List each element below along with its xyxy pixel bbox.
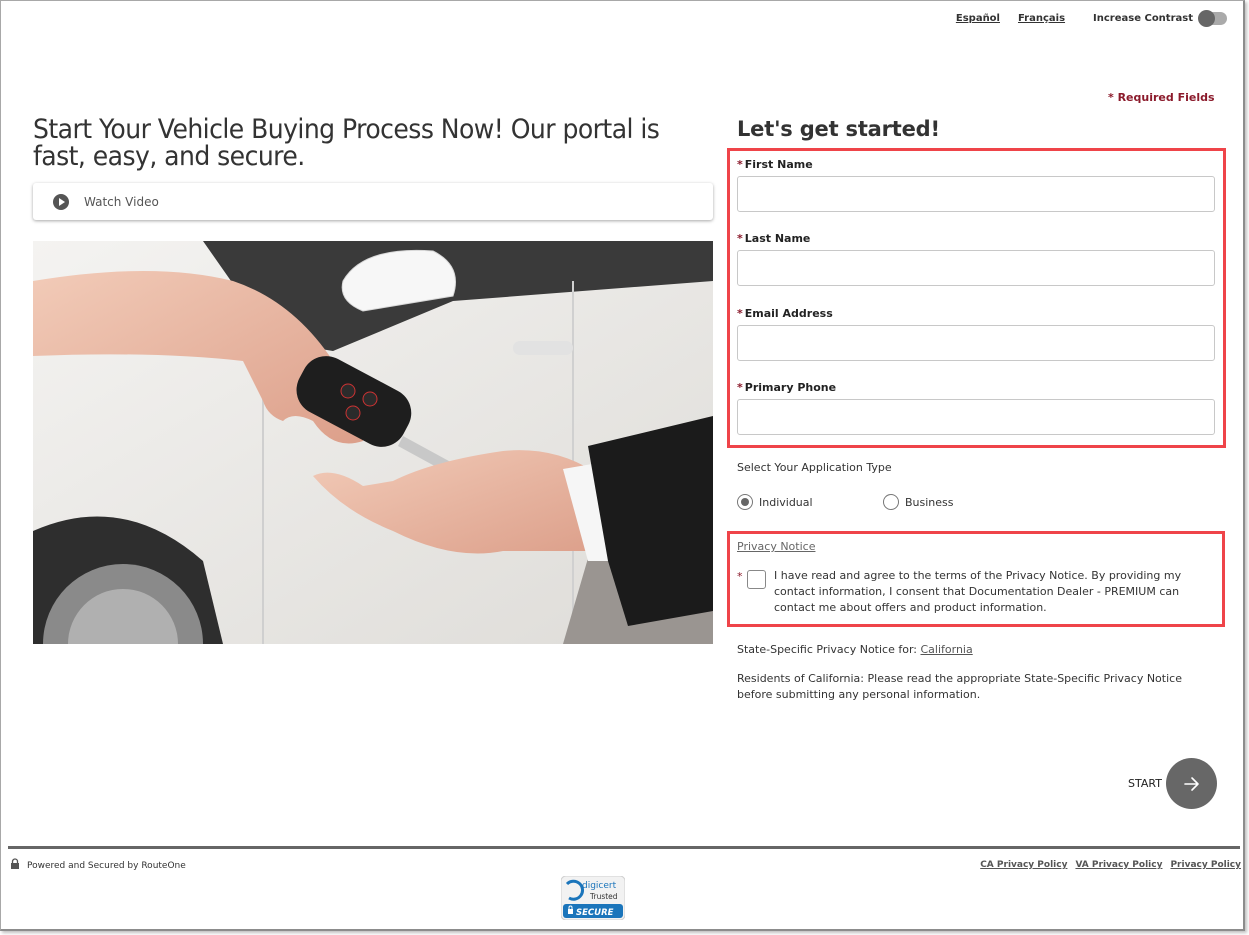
radio-unchecked-icon (883, 494, 899, 510)
radio-individual[interactable]: Individual (737, 494, 813, 510)
consent-required-marker: * (737, 570, 743, 583)
play-icon (53, 193, 69, 210)
powered-by-text: Powered and Secured by RouteOne (27, 861, 186, 871)
state-privacy-notice: State-Specific Privacy Notice for: Calif… (737, 643, 973, 656)
badge-line1: digicert (582, 881, 617, 891)
privacy-consent-checkbox[interactable] (747, 570, 766, 589)
start-label: START (1128, 777, 1162, 790)
email-label: * Email Address (737, 307, 833, 320)
first-name-label-text: First Name (744, 158, 813, 171)
privacy-notice-link[interactable]: Privacy Notice (737, 540, 815, 553)
watch-video-button[interactable]: Watch Video (33, 183, 713, 220)
primary-phone-label: * Primary Phone (737, 381, 836, 394)
page-headline: Start Your Vehicle Buying Process Now! O… (33, 114, 660, 172)
last-name-label-text: Last Name (744, 232, 811, 245)
privacy-consent-text: I have read and agree to the terms of th… (774, 569, 1182, 614)
ca-privacy-policy-link[interactable]: CA Privacy Policy (980, 860, 1067, 870)
language-link-french[interactable]: Français (1018, 13, 1065, 24)
top-bar: Español Français Increase Contrast (956, 10, 1227, 27)
radio-individual-label: Individual (759, 495, 813, 509)
radio-checked-icon (737, 494, 753, 510)
last-name-input[interactable] (737, 250, 1215, 286)
increase-contrast-label: Increase Contrast (1093, 13, 1193, 24)
primary-phone-input[interactable] (737, 399, 1215, 435)
badge-line2: Trusted (589, 892, 618, 901)
language-link-spanish[interactable]: Español (956, 13, 1000, 24)
increase-contrast-toggle[interactable] (1198, 10, 1227, 27)
start-button[interactable] (1166, 758, 1217, 809)
footer-links: CA Privacy Policy VA Privacy Policy Priv… (980, 860, 1241, 870)
privacy-policy-link[interactable]: Privacy Policy (1170, 860, 1241, 870)
required-fields-note: * Required Fields (1108, 91, 1215, 104)
last-name-label: * Last Name (737, 232, 810, 245)
email-label-text: Email Address (744, 307, 833, 320)
radio-business[interactable]: Business (883, 494, 954, 510)
digicert-secure-badge[interactable]: digicert Trusted SECURE (561, 876, 625, 920)
california-privacy-link[interactable]: California (921, 643, 973, 656)
required-marker: * (737, 232, 743, 245)
radio-business-label: Business (905, 495, 954, 509)
state-notice-prefix: State-Specific Privacy Notice for: (737, 643, 921, 656)
watch-video-label: Watch Video (84, 194, 159, 209)
required-marker: * (737, 307, 743, 320)
residents-notice: Residents of California: Please read the… (737, 672, 1182, 701)
primary-phone-label-text: Primary Phone (744, 381, 837, 394)
form-title: Let's get started! (737, 117, 940, 141)
car-key-handoff-illustration (33, 241, 713, 644)
badge-line3: SECURE (576, 908, 614, 918)
va-privacy-policy-link[interactable]: VA Privacy Policy (1075, 860, 1162, 870)
hero-image (33, 241, 713, 644)
first-name-input[interactable] (737, 176, 1215, 212)
required-marker: * (737, 158, 743, 171)
toggle-knob (1198, 10, 1215, 27)
email-input[interactable] (737, 325, 1215, 361)
footer-divider (8, 846, 1240, 849)
arrow-right-icon (1183, 776, 1199, 791)
required-marker: * (737, 381, 743, 394)
first-name-label: * First Name (737, 158, 813, 171)
lock-icon (11, 858, 19, 869)
application-type-label: Select Your Application Type (737, 461, 892, 474)
